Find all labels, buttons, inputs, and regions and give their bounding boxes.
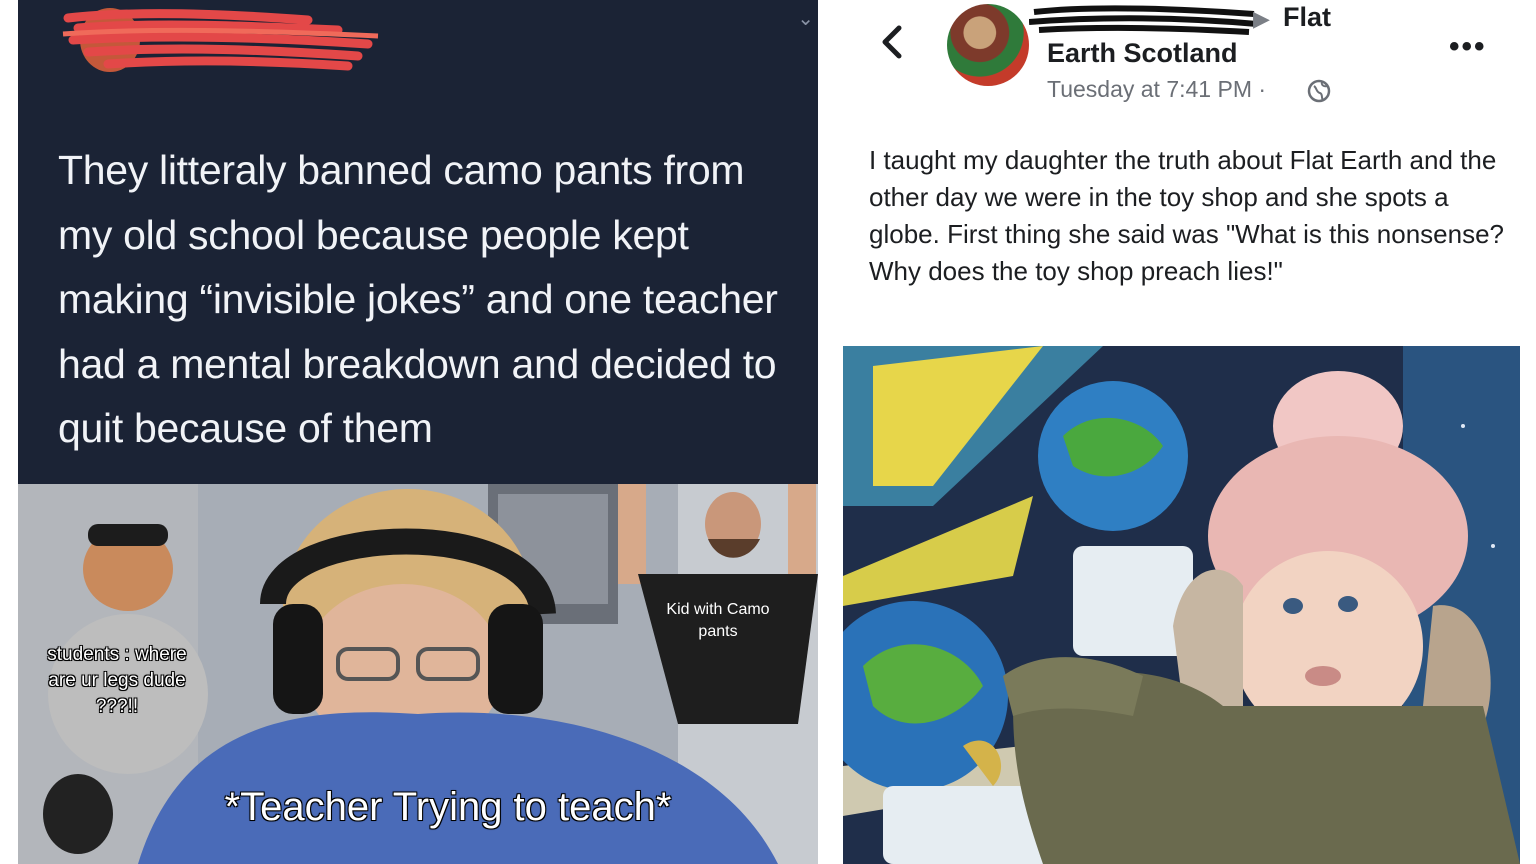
post-timestamp[interactable]: Tuesday at 7:41 PM · [1047,76,1266,103]
facebook-post: ▶ Flat Earth Scotland Tuesday at 7:41 PM… [843,0,1536,864]
redacted-author-name [1029,5,1258,35]
group-name[interactable]: Earth Scotland [1047,38,1238,69]
arrow-icon: ▶ [1253,6,1270,31]
globe-icon [1307,79,1331,103]
tweet-text: They litteraly banned camo pants from my… [58,147,778,451]
kid-caption: Kid with Camo pants [666,601,770,640]
more-icon[interactable]: ••• [1449,30,1487,64]
chevron-down-icon[interactable]: ⌄ [797,6,814,31]
chevron-left-icon[interactable] [879,20,907,64]
toy-shop-scene [843,346,1520,864]
avatar[interactable] [947,4,1029,86]
redacted-username [62,8,379,72]
students-caption: students : where are ur legs dude ???!! [47,644,187,717]
meme-image: students : where are ur legs dude ???!! … [18,484,818,864]
tweet-panel: ⌄ They litteraly banned camo pants from … [18,0,818,864]
post-text: I taught my daughter the truth about Fla… [869,145,1504,286]
post-photo[interactable] [843,346,1520,864]
author-name-tail[interactable]: Flat [1283,2,1331,33]
teacher-caption: *Teacher Trying to teach* [224,785,672,829]
